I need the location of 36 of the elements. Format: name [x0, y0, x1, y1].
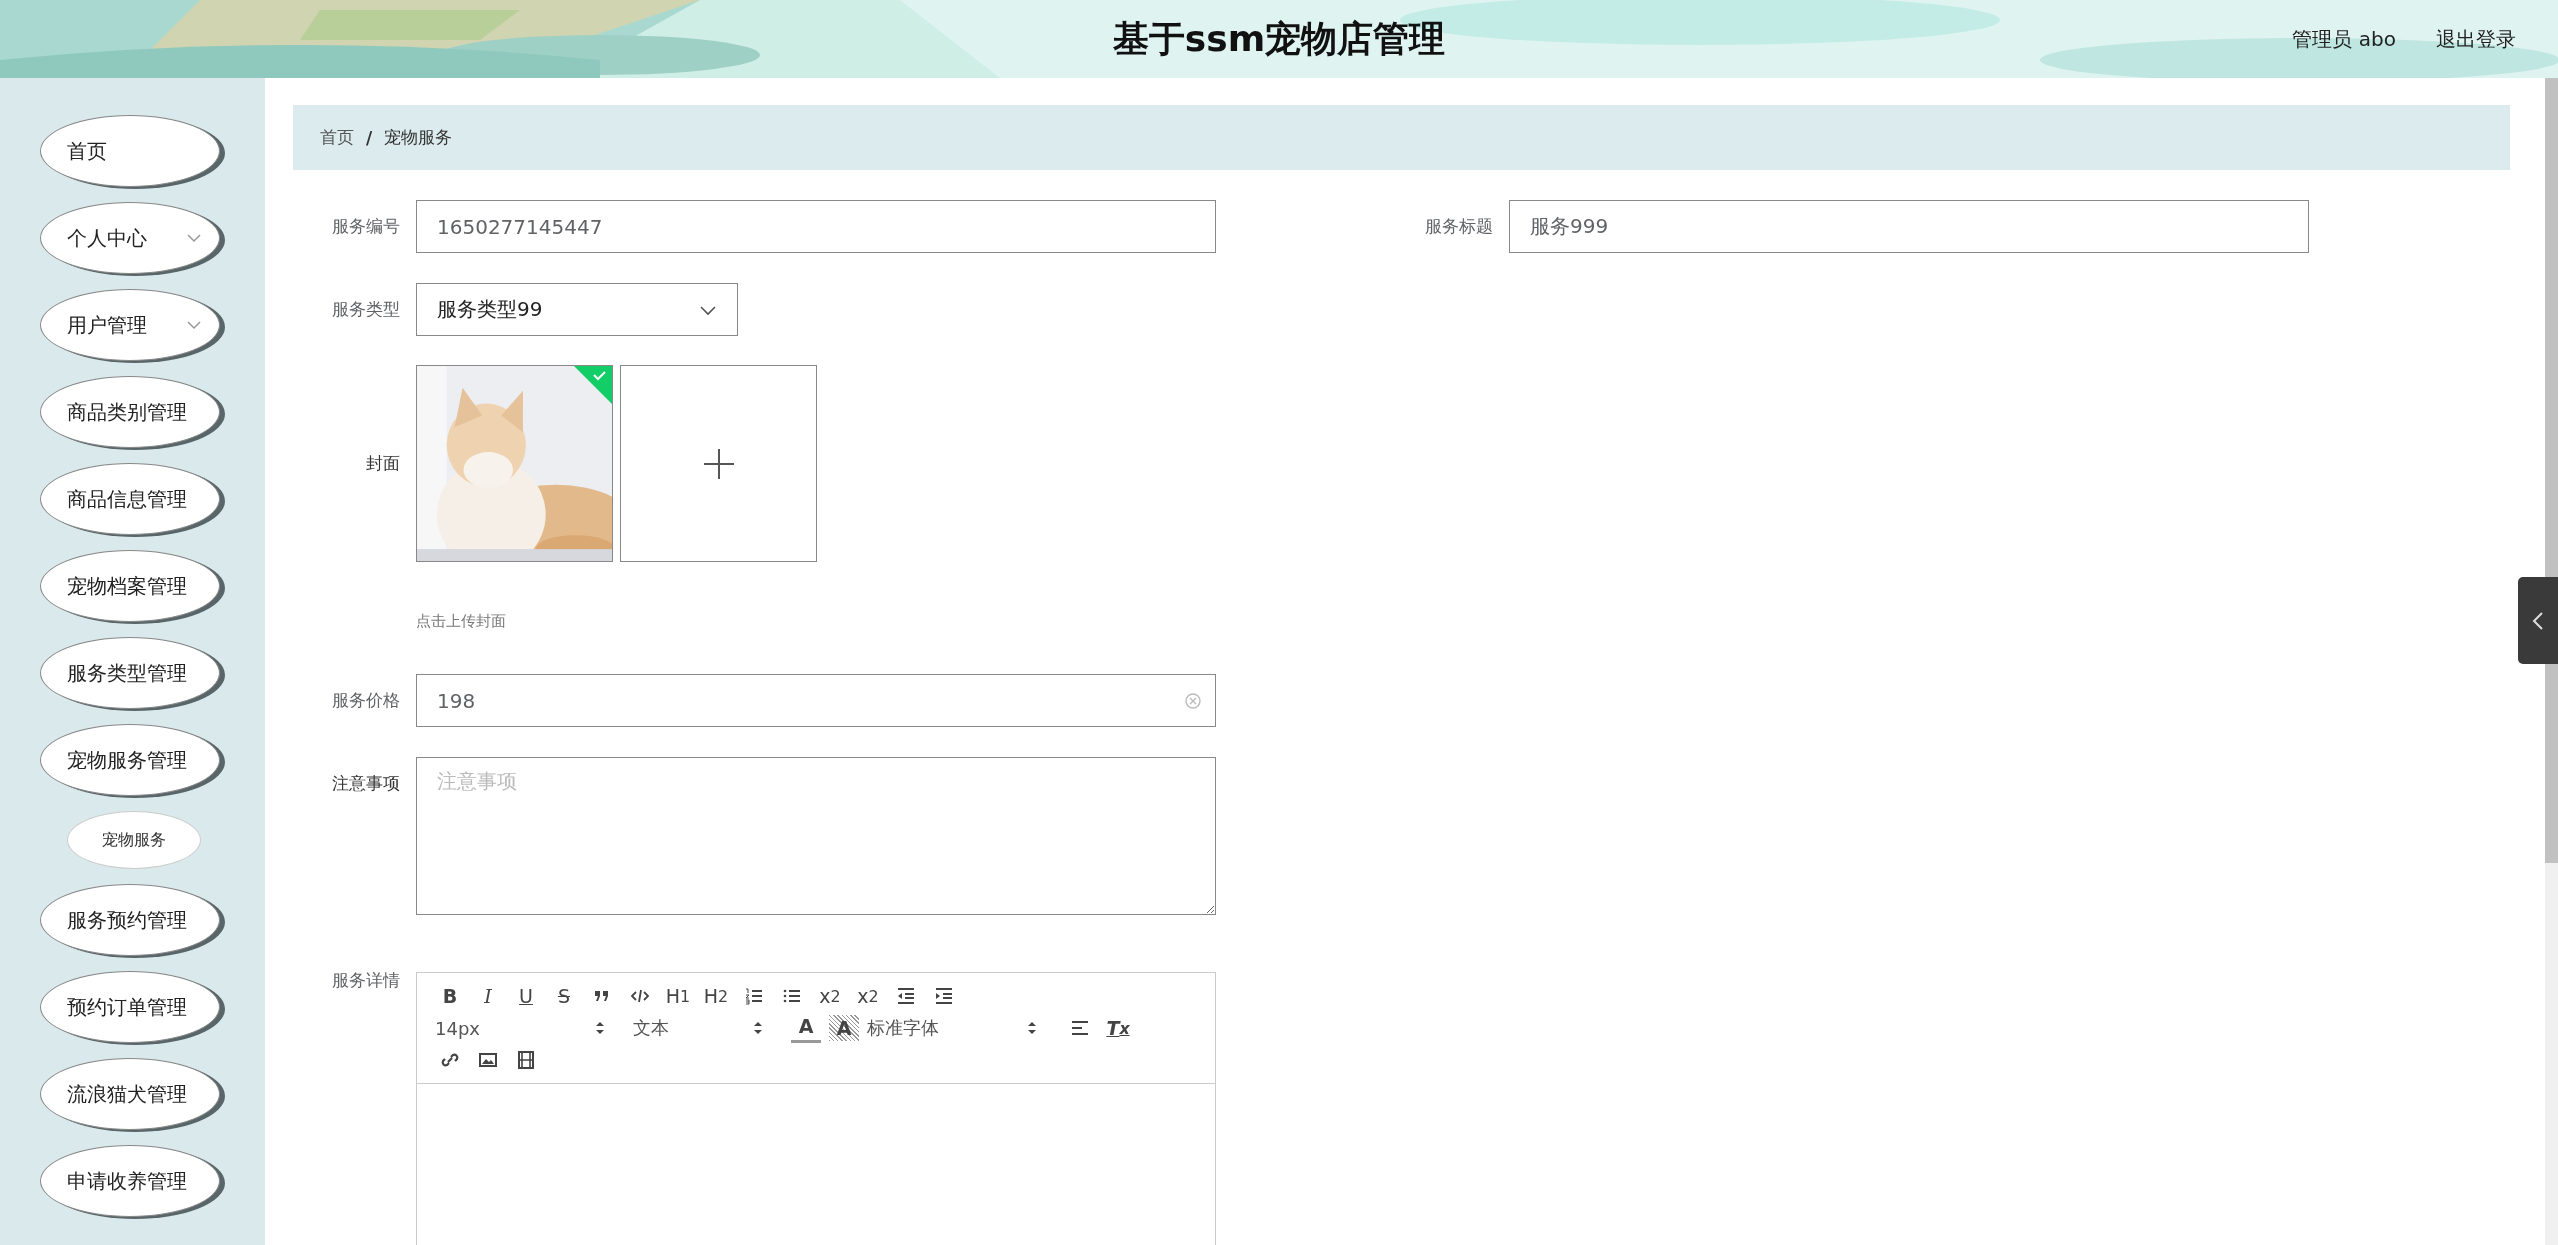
format-picker[interactable]: 文本: [633, 1015, 783, 1041]
textarea-field[interactable]: 注意事项: [416, 757, 1216, 915]
plus-icon: [702, 447, 735, 480]
field-label: 服务标题: [1424, 215, 1494, 238]
field-label: 服务价格: [331, 689, 401, 712]
format-button[interactable]: B: [435, 983, 465, 1009]
sort-arrows-icon: [595, 1020, 605, 1036]
sort-arrows-icon: [753, 1020, 763, 1036]
format-button[interactable]: S: [549, 983, 579, 1009]
input-field[interactable]: 1650277145447: [416, 200, 1216, 253]
field-label: 服务类型: [331, 298, 401, 321]
field-label: 服务编号: [331, 215, 401, 238]
field-label: 注意事项: [331, 772, 401, 795]
hint-text: 点击上传封面: [416, 612, 507, 632]
sort-arrows-icon: [1027, 1020, 1037, 1036]
field-label: 封面: [365, 452, 401, 475]
logout-link[interactable]: 退出登录: [2436, 25, 2516, 53]
breadcrumb-item: 宠物服务: [384, 126, 453, 149]
submenu-item[interactable]: 宠物服务: [67, 811, 201, 869]
format-picker[interactable]: 标准字体: [867, 1015, 1057, 1041]
format-button[interactable]: I: [473, 983, 503, 1009]
format-picker[interactable]: 14px: [435, 1015, 625, 1041]
input-field[interactable]: 服务999: [1509, 200, 2309, 253]
field-label: 服务详情: [331, 972, 401, 992]
breadcrumb-item[interactable]: 首页: [320, 126, 354, 149]
chevron-icon: [699, 303, 717, 316]
input-field[interactable]: 198: [416, 674, 1216, 727]
breadcrumb-separator: /: [366, 127, 373, 148]
chevron-icon: [2531, 609, 2545, 632]
app-title: 基于ssm宠物店管理: [1112, 16, 1446, 61]
format-button[interactable]: A: [791, 1013, 821, 1043]
format-button[interactable]: A: [829, 1015, 859, 1041]
select-field[interactable]: 服务类型99: [416, 283, 738, 336]
user-label: 管理员 abo: [2292, 25, 2396, 53]
format-button[interactable]: U: [511, 983, 541, 1009]
upload-button[interactable]: [620, 365, 817, 562]
